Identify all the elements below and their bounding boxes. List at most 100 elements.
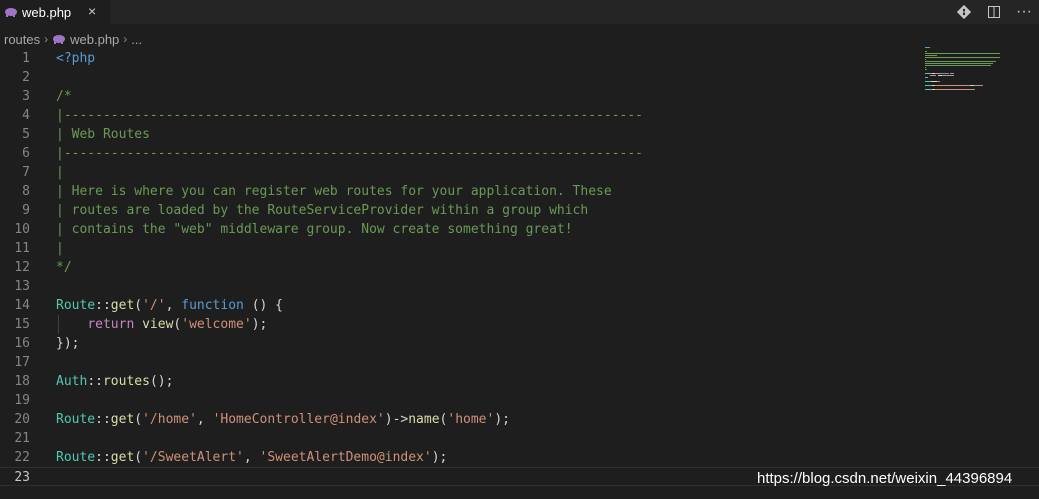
code-token: }); <box>56 336 80 351</box>
minimap-stroke <box>925 63 993 64</box>
code-line[interactable]: 18 Auth::routes(); <box>0 372 1039 391</box>
code-line[interactable]: 12 */ <box>0 258 1039 277</box>
code-token: |---------------------------------------… <box>56 108 643 123</box>
code-token: ); <box>251 317 268 332</box>
code-token: , <box>196 412 213 427</box>
line-number: 8 <box>22 184 30 199</box>
code-token: | routes are loaded by the RouteServiceP… <box>56 203 589 218</box>
close-icon[interactable]: × <box>88 3 96 19</box>
code-text: Route::get('/', function () { <box>56 296 283 315</box>
code-token: 'HomeController@index' <box>212 412 385 427</box>
code-line[interactable]: 3 /* <box>0 87 1039 106</box>
line-number: 11 <box>14 241 30 256</box>
code-line[interactable]: 15 return view('welcome'); <box>0 315 1039 334</box>
code-text: | contains the "web" middleware group. N… <box>56 220 573 239</box>
code-token: (); <box>149 374 174 389</box>
code-line[interactable]: 22 Route::get('/SweetAlert', 'SweetAlertD… <box>0 448 1039 467</box>
minimap-stroke <box>952 75 954 76</box>
line-number: 9 <box>22 203 30 218</box>
code-token: /* <box>56 89 72 104</box>
code-token: , <box>165 298 182 313</box>
code-text: | Here is where you can register web rou… <box>56 182 612 201</box>
code-token: */ <box>56 260 72 275</box>
code-token: Auth <box>56 374 88 389</box>
code-token: ( <box>134 298 143 313</box>
code-token: get <box>110 450 135 465</box>
code-token: '/home' <box>142 412 197 427</box>
minimap[interactable] <box>925 47 1005 97</box>
minimap-stroke <box>930 75 936 76</box>
code-line[interactable]: 20 Route::get('/home', 'HomeController@in… <box>0 410 1039 429</box>
minimap-stroke <box>925 77 928 78</box>
minimap-stroke <box>925 53 1000 54</box>
code-token: 'home' <box>447 412 495 427</box>
line-number: 4 <box>22 108 30 123</box>
line-number: 22 <box>14 450 30 465</box>
code-text: <?php <box>56 49 95 68</box>
code-token: name <box>408 412 440 427</box>
code-token: | Here is where you can register web rou… <box>56 184 612 199</box>
code-line[interactable]: 19 <box>0 391 1039 410</box>
code-token: '/SweetAlert' <box>142 450 244 465</box>
code-line[interactable]: 9 | routes are loaded by the RouteService… <box>0 201 1039 220</box>
line-number: 1 <box>22 51 30 66</box>
breadcrumb-folder[interactable]: routes <box>4 32 40 47</box>
code-token: view <box>142 317 174 332</box>
code-line[interactable]: 11 | <box>0 239 1039 258</box>
line-number: 3 <box>22 89 30 104</box>
line-number: 15 <box>14 317 30 332</box>
minimap-stroke <box>925 55 937 56</box>
code-token: )-> <box>384 412 409 427</box>
code-line[interactable]: 13 <box>0 277 1039 296</box>
code-token: Route <box>56 298 96 313</box>
code-line[interactable]: 17 <box>0 353 1039 372</box>
minimap-stroke <box>951 89 973 90</box>
code-line[interactable]: 8 | Here is where you can register web ro… <box>0 182 1039 201</box>
chevron-right-icon: › <box>44 32 49 46</box>
line-number: 16 <box>14 336 30 351</box>
tab-web-php[interactable]: web.php × <box>0 0 110 24</box>
code-token: '/' <box>142 298 166 313</box>
code-text: Route::get('/home', 'HomeController@inde… <box>56 410 510 429</box>
code-editor[interactable]: 1 <?php 2 3 /* 4 |----------------------------… <box>0 49 1039 499</box>
code-token: ); <box>431 450 448 465</box>
code-line[interactable]: 10 | contains the "web" middleware group.… <box>0 220 1039 239</box>
breadcrumb-file[interactable]: web.php <box>70 32 119 47</box>
code-line[interactable]: 21 <box>0 429 1039 448</box>
breadcrumb: routes › web.php › ... <box>0 28 142 50</box>
code-line[interactable]: 1 <?php <box>0 49 1039 68</box>
code-text: | <box>56 163 64 182</box>
code-line[interactable]: 6 |--------------------------------------… <box>0 144 1039 163</box>
breadcrumb-symbol[interactable]: ... <box>131 32 142 47</box>
code-line[interactable]: 16}); <box>0 334 1039 353</box>
git-compare-icon[interactable] <box>949 0 979 24</box>
code-token: :: <box>95 412 111 427</box>
code-token: routes <box>102 374 150 389</box>
code-text: */ <box>56 258 72 277</box>
minimap-stroke <box>925 51 927 52</box>
split-editor-icon[interactable] <box>979 0 1009 24</box>
code-token: | <box>56 241 64 256</box>
code-token: return <box>87 317 135 332</box>
line-number: 17 <box>14 355 30 370</box>
php-elephant-icon <box>5 8 17 17</box>
chevron-right-icon: › <box>123 32 128 46</box>
code-token: | <box>56 165 64 180</box>
code-token: ( <box>134 412 143 427</box>
more-actions-icon[interactable]: ··· <box>1009 0 1039 24</box>
editor-actions: ··· <box>949 0 1039 24</box>
code-line[interactable]: 14 Route::get('/', function () { <box>0 296 1039 315</box>
minimap-stroke <box>925 61 996 62</box>
code-text: /* <box>56 87 72 106</box>
minimap-stroke <box>981 85 983 86</box>
minimap-stroke <box>973 89 975 90</box>
code-line[interactable]: 7 | <box>0 163 1039 182</box>
code-line[interactable]: 4 |--------------------------------------… <box>0 106 1039 125</box>
code-text: | <box>56 239 64 258</box>
code-line[interactable]: 2 <box>0 68 1039 87</box>
code-token: |---------------------------------------… <box>56 146 643 161</box>
code-line[interactable]: 5 | Web Routes <box>0 125 1039 144</box>
minimap-stroke <box>925 57 1000 58</box>
